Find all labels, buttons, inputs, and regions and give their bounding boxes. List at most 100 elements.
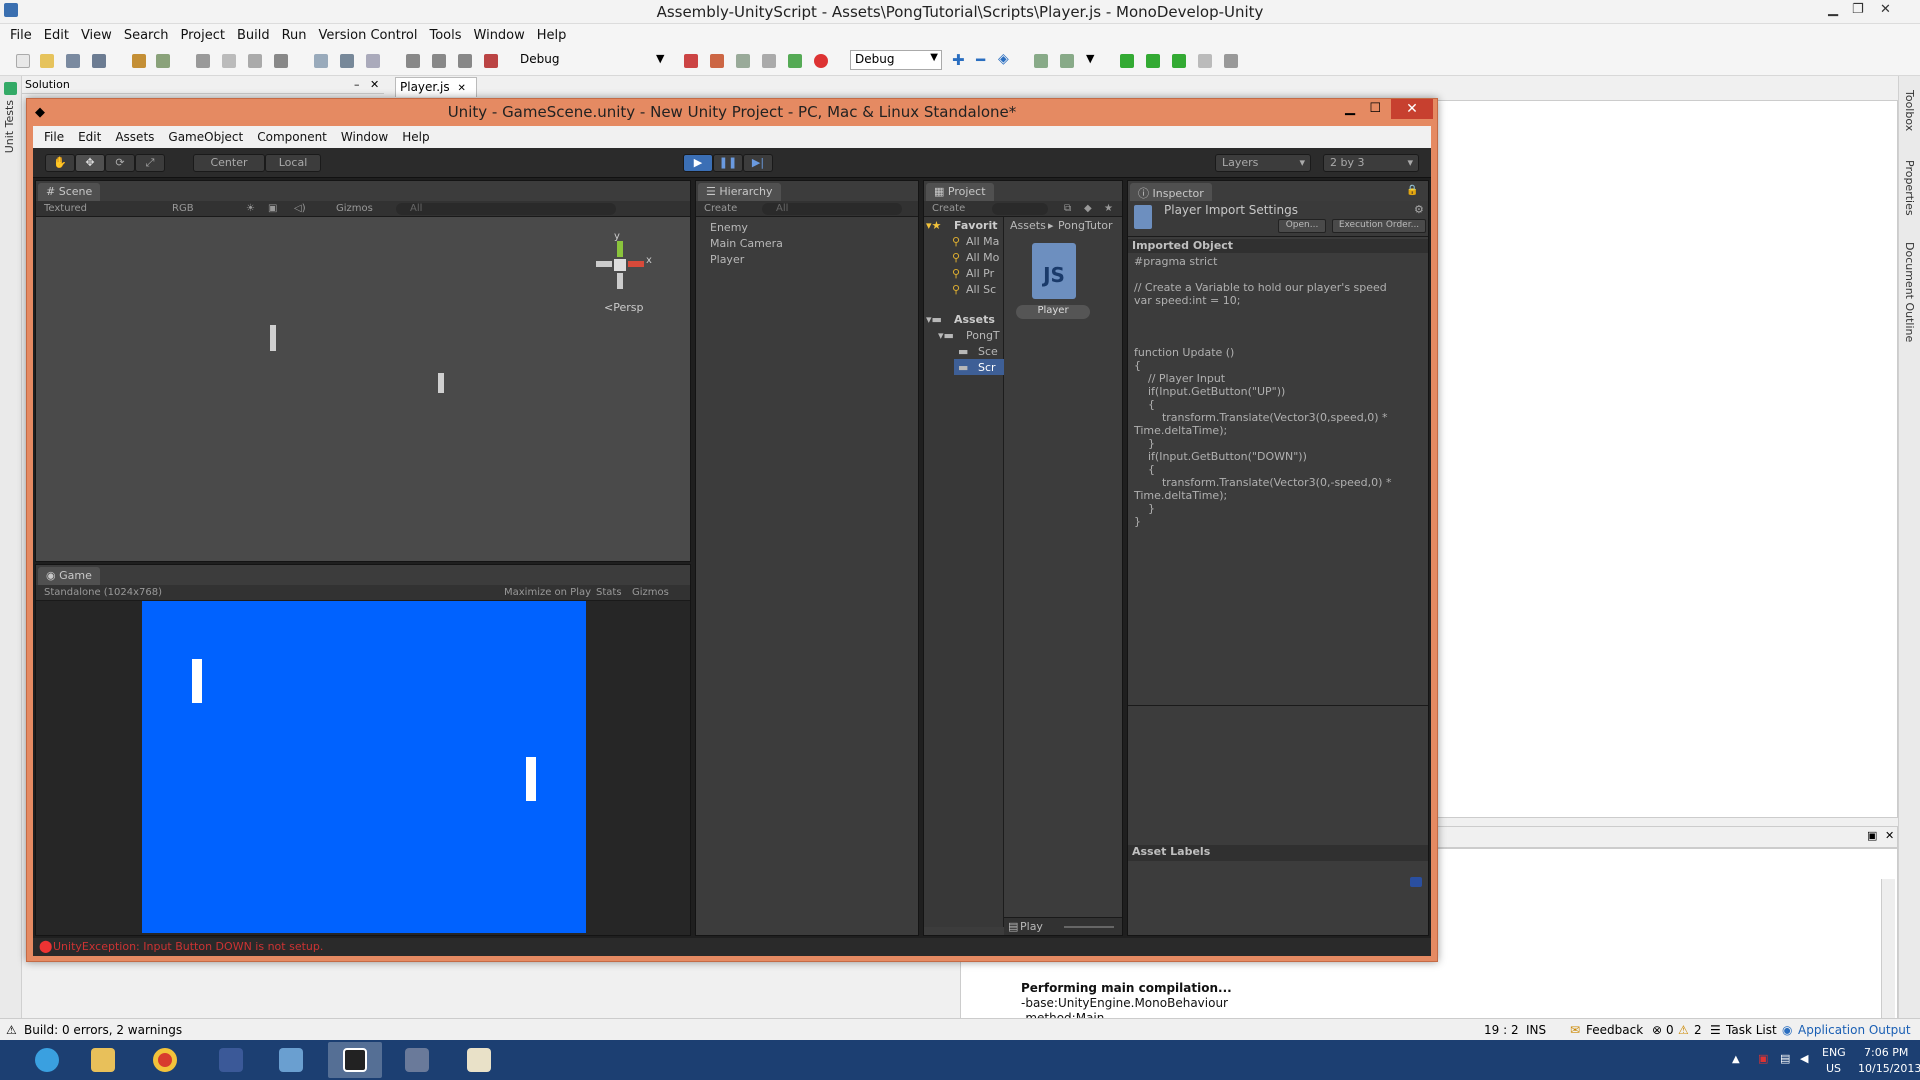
debug-step-into-icon[interactable]: [1146, 54, 1160, 68]
unity-menu-window[interactable]: Window: [334, 130, 395, 144]
gizmo-center-cube[interactable]: [614, 259, 626, 271]
pad-close-icon[interactable]: ✕: [1885, 829, 1894, 842]
warning-count[interactable]: 2: [1694, 1023, 1702, 1037]
close-icon[interactable]: ✕: [1880, 2, 1891, 17]
favorite-item[interactable]: All Ma: [966, 235, 999, 248]
js-file-icon[interactable]: JS: [1032, 243, 1076, 299]
attach-icon[interactable]: [736, 54, 750, 68]
console-status-line[interactable]: ⬤ UnityException: Input Button DOWN is n…: [33, 938, 1431, 956]
filter-label-icon[interactable]: ◆: [1084, 203, 1092, 214]
more-dropdown-icon[interactable]: ▼: [1086, 52, 1094, 65]
favorite-item[interactable]: All Mo: [966, 251, 999, 264]
unity-menu-component[interactable]: Component: [250, 130, 334, 144]
close-tab-icon[interactable]: ✕: [457, 83, 465, 94]
scene-player-paddle[interactable]: [438, 373, 444, 393]
unity-close-button[interactable]: ✕: [1391, 99, 1433, 119]
gizmo-neg-y-axis[interactable]: [617, 273, 623, 289]
unity-minimize-icon[interactable]: ▁: [1345, 101, 1355, 116]
pivot-center-toggle[interactable]: Center: [193, 154, 265, 172]
next-bookmark-icon[interactable]: [458, 54, 472, 68]
step-button[interactable]: ▶|: [743, 154, 773, 172]
tray-expand-icon[interactable]: ▲: [1732, 1054, 1740, 1065]
feedback-button[interactable]: Feedback: [1586, 1023, 1643, 1037]
game-resolution-dropdown[interactable]: Standalone (1024x768): [44, 587, 162, 598]
taskbar-paint[interactable]: [452, 1042, 506, 1078]
delete-icon[interactable]: [274, 54, 288, 68]
render-mode-dropdown[interactable]: RGB: [172, 203, 194, 214]
menu-build[interactable]: Build: [231, 28, 276, 43]
maximize-on-play-toggle[interactable]: Maximize on Play: [504, 587, 591, 598]
rotate-tool-icon[interactable]: ⟳: [105, 154, 135, 172]
menu-search[interactable]: Search: [118, 28, 175, 43]
pivot-local-toggle[interactable]: Local: [265, 154, 321, 172]
bookmark-icon[interactable]: [406, 54, 420, 68]
taskbar-internet-explorer[interactable]: [20, 1042, 74, 1078]
audio-toggle-icon[interactable]: ◁): [294, 203, 306, 214]
clock-time[interactable]: 7:06 PM: [1864, 1046, 1908, 1059]
new-file-icon[interactable]: [16, 54, 30, 68]
unity-menu-file[interactable]: File: [37, 130, 71, 144]
project-search-input[interactable]: [992, 203, 1048, 215]
hierarchy-item-enemy[interactable]: Enemy: [710, 221, 748, 234]
pause-button[interactable]: ❚❚: [713, 154, 743, 172]
assets-folder[interactable]: Assets: [954, 313, 995, 326]
play-button[interactable]: ▶: [683, 154, 713, 172]
icon-size-slider[interactable]: [1064, 926, 1114, 928]
cut-icon[interactable]: [196, 54, 210, 68]
close-pad-icon[interactable]: ✕: [370, 76, 379, 93]
zoom-in-icon[interactable]: ✚: [952, 51, 965, 69]
comment-icon[interactable]: [1034, 54, 1048, 68]
redo-icon[interactable]: [156, 54, 170, 68]
menu-version-control[interactable]: Version Control: [313, 28, 424, 43]
game-gizmos-toggle[interactable]: Gizmos: [632, 587, 669, 598]
taskbar-unity[interactable]: [328, 1042, 382, 1078]
shading-mode-dropdown[interactable]: Textured: [44, 203, 87, 214]
asset-label-menu-icon[interactable]: [1410, 877, 1422, 887]
paste-icon[interactable]: [248, 54, 262, 68]
unity-menu-gameobject[interactable]: GameObject: [161, 130, 250, 144]
taskbar-pidgin[interactable]: [204, 1042, 258, 1078]
menu-file[interactable]: File: [4, 28, 38, 43]
save-all-icon[interactable]: [92, 54, 106, 68]
run-icon[interactable]: [788, 54, 802, 68]
game-screen[interactable]: [142, 601, 586, 933]
tree-folder-scripts[interactable]: Scr: [978, 361, 996, 374]
lighting-toggle-icon[interactable]: ☀: [246, 203, 255, 214]
undo-icon[interactable]: [132, 54, 146, 68]
volume-icon[interactable]: ◀: [1800, 1052, 1808, 1065]
gizmo-neg-x-axis[interactable]: [596, 261, 612, 267]
zoom-fit-icon[interactable]: ◈: [998, 51, 1009, 67]
properties-tab[interactable]: Properties: [1903, 160, 1916, 216]
find-icon[interactable]: [314, 54, 328, 68]
hierarchy-item-main-camera[interactable]: Main Camera: [710, 237, 783, 250]
favorite-item[interactable]: All Sc: [966, 283, 996, 296]
build-icon[interactable]: [684, 54, 698, 68]
breadcrumb-assets[interactable]: Assets: [1010, 219, 1046, 232]
scene-gizmos-dropdown[interactable]: Gizmos: [336, 203, 373, 214]
layers-dropdown[interactable]: Layers ▾: [1215, 154, 1311, 172]
image-effects-icon[interactable]: ▣: [268, 203, 277, 214]
menu-help[interactable]: Help: [531, 28, 573, 43]
tab-inspector[interactable]: ⓘ Inspector: [1130, 183, 1212, 201]
menu-project[interactable]: Project: [174, 28, 230, 43]
layout-dropdown[interactable]: 2 by 3 ▾: [1323, 154, 1419, 172]
pad-maximize-icon[interactable]: ▣: [1867, 829, 1877, 842]
clear-bookmarks-icon[interactable]: [484, 54, 498, 68]
debug-continue-icon[interactable]: [1224, 54, 1238, 68]
unity-menu-help[interactable]: Help: [395, 130, 436, 144]
filter-type-icon[interactable]: ⧉: [1064, 203, 1071, 214]
favorite-icon[interactable]: ★: [1104, 203, 1113, 214]
menu-run[interactable]: Run: [276, 28, 313, 43]
open-folder-icon[interactable]: [40, 54, 54, 68]
unit-tests-tab[interactable]: Unit Tests: [3, 100, 16, 153]
unity-maximize-icon[interactable]: ☐: [1369, 101, 1381, 116]
project-create-dropdown[interactable]: Create: [932, 203, 965, 214]
settings-gear-icon[interactable]: ⚙: [1414, 203, 1424, 216]
move-tool-icon[interactable]: ✥: [75, 154, 105, 172]
power-icon[interactable]: ▤: [1780, 1052, 1790, 1065]
toolbox-tab[interactable]: Toolbox: [1903, 90, 1916, 131]
scale-tool-icon[interactable]: ⤢: [135, 154, 165, 172]
tab-player-js[interactable]: Player.js ✕: [395, 77, 477, 97]
breadcrumb-pongtutorial[interactable]: PongTutor: [1058, 219, 1113, 232]
lock-icon[interactable]: 🔒: [1406, 185, 1418, 196]
